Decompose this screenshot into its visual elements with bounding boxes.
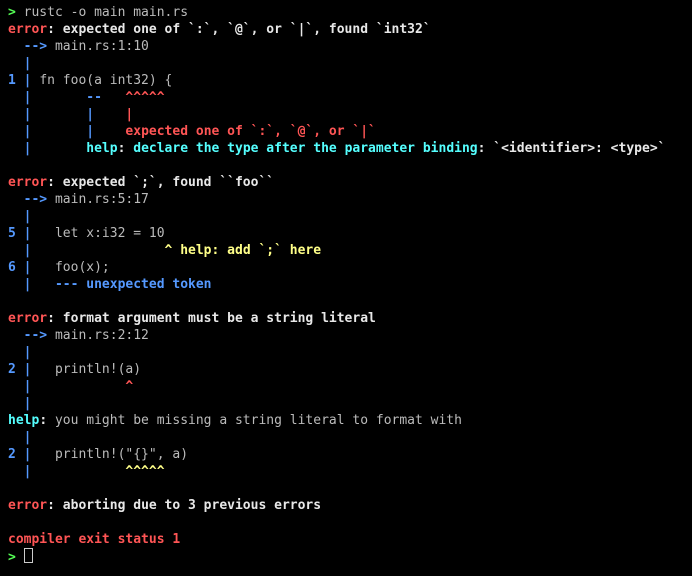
prompt-icon: > — [8, 550, 16, 565]
fix-caret: ^^^^^ — [125, 464, 164, 479]
line-number: 1 — [8, 73, 16, 88]
caret-marker: ^ — [125, 379, 133, 394]
prompt-icon: > — [8, 5, 16, 20]
note-marker: --- unexpected token — [55, 277, 212, 292]
expected-note: expected one of `:`, `@`, or `|` — [125, 124, 375, 139]
help-text: you might be missing a string literal to… — [55, 413, 462, 428]
location: main.rs:2:12 — [55, 328, 149, 343]
cursor[interactable] — [24, 548, 33, 563]
location-arrow-icon: --> — [24, 192, 47, 207]
fix-line: println!("{}", a) — [55, 447, 188, 462]
error-message: expected `;`, found ``foo`` — [63, 175, 274, 190]
help-label: help — [86, 141, 117, 156]
error-label: error — [8, 175, 47, 190]
help-label: help — [8, 413, 39, 428]
line-number: 2 — [8, 447, 16, 462]
help-marker: ^ help: add `;` here — [165, 243, 322, 258]
location-arrow-icon: --> — [24, 328, 47, 343]
help-example: `<identifier>: <type>` — [493, 141, 665, 156]
exit-status: compiler exit status 1 — [8, 532, 180, 547]
line-number: 5 — [8, 226, 16, 241]
caret-marker: ^^^^^ — [125, 90, 164, 105]
source-line: foo(x); — [55, 260, 110, 275]
command-line: rustc -o main main.rs — [24, 5, 188, 20]
location: main.rs:5:17 — [55, 192, 149, 207]
error-label: error — [8, 498, 47, 513]
terminal-output: > rustc -o main main.rs error: expected … — [0, 0, 692, 570]
error-label: error — [8, 311, 47, 326]
source-line: fn foo(a int32) { — [39, 73, 172, 88]
help-text: declare the type after the parameter bin… — [133, 141, 477, 156]
error-label: error — [8, 22, 47, 37]
error-message: expected one of `:`, `@`, or `|`, found … — [63, 22, 431, 37]
line-number: 6 — [8, 260, 16, 275]
line-number: 2 — [8, 362, 16, 377]
abort-message: aborting due to 3 previous errors — [63, 498, 321, 513]
error-message: format argument must be a string literal — [63, 311, 376, 326]
location: main.rs:1:10 — [55, 39, 149, 54]
source-line: let x:i32 = 10 — [55, 226, 165, 241]
source-line: println!(a) — [55, 362, 141, 377]
location-arrow-icon: --> — [24, 39, 47, 54]
